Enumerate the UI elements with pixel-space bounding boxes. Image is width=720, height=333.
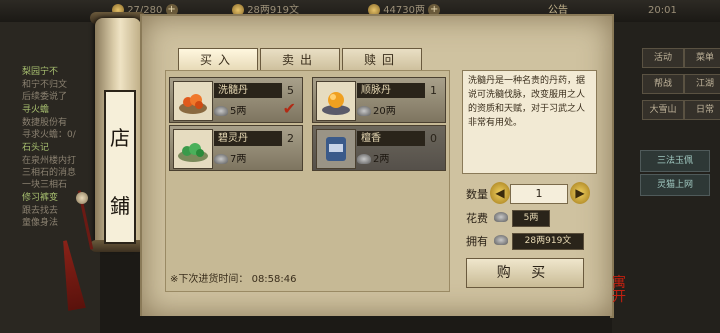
quest-title[interactable]: 修习裤变	[22, 190, 58, 203]
owned-label: 拥有	[466, 235, 488, 248]
item-card[interactable]: 顺脉丹 1 20两	[312, 77, 446, 123]
daily-button[interactable]: 日常	[684, 100, 720, 120]
pill-green-icon	[173, 129, 213, 169]
item-card[interactable]: 洗髓丹 5 5两 ✔	[169, 77, 303, 123]
item-count: 1	[430, 84, 437, 97]
item-grid: 洗髓丹 5 5两 ✔ 顺脉丹 1 20两 碧灵丹 2 7两 檀香 0 2两	[165, 70, 450, 292]
location-button[interactable]: 大雪山	[642, 100, 684, 120]
quest-text: 一块三相石	[22, 180, 68, 190]
item-price-value: 7两	[230, 154, 247, 165]
increment-button[interactable]: ▶	[570, 182, 590, 204]
silver-ingot-icon	[357, 154, 371, 164]
restock-time: 08:58:46	[251, 274, 297, 285]
bottom-bar	[140, 316, 610, 333]
activity-button[interactable]: 活动	[642, 48, 684, 68]
decrement-button[interactable]: ◀	[490, 182, 510, 204]
quest-title[interactable]: 梨园宁不	[22, 64, 58, 77]
quest-panel: 梨园宁不 和宁不归文 后续委说了 寻火蟾 数捷股份有 寻求火蟾：0/ 石头记 在…	[0, 22, 100, 333]
silver-ingot-icon	[214, 154, 228, 164]
item-description: 洗髓丹是一种名贵的丹药，据说可洗髓伐脉，改变服用之人的资质和天赋，对于习武之人非…	[462, 70, 597, 174]
item-count: 2	[287, 132, 294, 145]
incense-icon	[316, 129, 356, 169]
seal-stamp: 寓开	[612, 275, 626, 305]
shop-title-char: 店	[110, 126, 130, 150]
guild-war-button[interactable]: 帮战	[642, 74, 684, 94]
item-count: 0	[430, 132, 437, 145]
item-name: 顺脉丹	[357, 83, 425, 98]
jianghu-button[interactable]: 江湖	[684, 74, 720, 94]
selected-checkmark-icon: ✔	[282, 99, 296, 118]
quest-text: 寻求火蟾：0/	[22, 130, 76, 140]
owned-value: 28两919文	[512, 233, 584, 250]
quest-title[interactable]: 寻火蟾	[22, 102, 49, 115]
task-list-item[interactable]: 灵猫上网	[640, 174, 710, 196]
item-price-value: 2两	[373, 154, 390, 165]
silver-ingot-icon	[494, 212, 508, 222]
item-price: 5两	[214, 102, 246, 117]
item-name: 檀香	[357, 131, 425, 146]
task-list-item[interactable]: 三法玉佩	[640, 150, 710, 172]
item-price: 2两	[357, 150, 389, 165]
tab-buy[interactable]: 买入	[178, 48, 258, 71]
menu-button[interactable]: 菜单	[684, 48, 720, 68]
tab-sell[interactable]: 卖出	[260, 48, 340, 72]
item-card[interactable]: 碧灵丹 2 7两	[169, 125, 303, 171]
item-count: 5	[287, 84, 294, 97]
cost-value: 5两	[512, 210, 550, 227]
item-price-value: 5两	[230, 106, 247, 117]
shop-title-plate: 店 鋪	[104, 90, 136, 244]
tab-redeem[interactable]: 赎回	[342, 48, 422, 72]
item-price-value: 20两	[373, 106, 396, 117]
item-name: 洗髓丹	[214, 83, 282, 98]
item-card[interactable]: 檀香 0 2两	[312, 125, 446, 171]
restock-label: ※下次进货时间：	[170, 274, 249, 285]
quest-title[interactable]: 石头记	[22, 140, 49, 153]
clock: 20:01	[648, 5, 677, 16]
silver-ingot-icon	[357, 106, 371, 116]
silver-ingot-icon	[214, 106, 228, 116]
quantity-field[interactable]: 1	[510, 184, 568, 204]
restock-info: ※下次进货时间： 08:58:46	[170, 270, 297, 285]
item-price: 20两	[357, 102, 396, 117]
pill-gold-icon	[316, 81, 356, 121]
item-price: 7两	[214, 150, 246, 165]
item-name: 碧灵丹	[214, 131, 282, 146]
silver-ingot-icon	[494, 235, 508, 245]
tassel-bead	[76, 192, 88, 204]
quest-text: 后续委说了	[22, 92, 68, 102]
buy-button[interactable]: 购 买	[466, 258, 584, 288]
shop-title-char: 鋪	[110, 194, 130, 218]
quest-text: 童像身法	[22, 218, 59, 228]
quantity-label: 数量	[466, 188, 488, 201]
pill-red-icon	[173, 81, 213, 121]
cost-label: 花费	[466, 212, 488, 225]
